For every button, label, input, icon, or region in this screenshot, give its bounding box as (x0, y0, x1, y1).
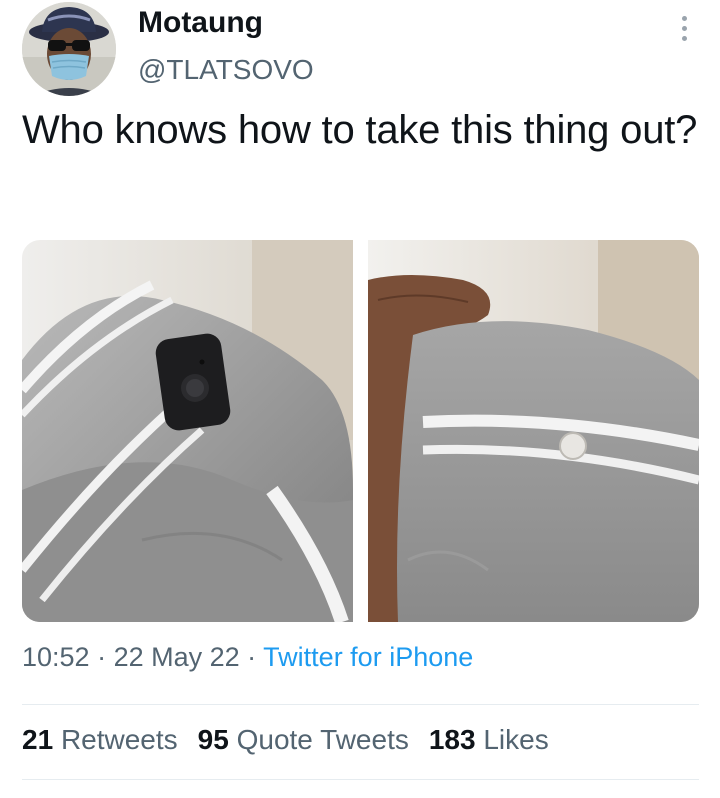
divider (22, 704, 699, 705)
likes-stat[interactable]: 183 Likes (429, 724, 549, 756)
tweet-photo-1[interactable] (22, 240, 353, 622)
meta-separator: · (239, 642, 264, 672)
divider (22, 779, 699, 780)
retweets-count: 21 (22, 724, 54, 755)
likes-count: 183 (428, 724, 476, 755)
retweets-label: Retweets (60, 724, 178, 755)
tweet-text: Who knows how to take this thing out? (22, 108, 698, 152)
quote-tweets-label: Quote Tweets (236, 724, 409, 755)
quote-tweets-stat[interactable]: 95 Quote Tweets (198, 724, 409, 756)
meta-separator: · (89, 642, 114, 672)
tweet-source-link[interactable]: Twitter for iPhone (263, 642, 473, 672)
more-vertical-icon (681, 15, 687, 41)
media-grid (22, 240, 699, 622)
tweet-time[interactable]: 10:52 (22, 642, 90, 672)
avatar[interactable] (22, 2, 116, 96)
tweet-date[interactable]: 22 May 22 (114, 642, 240, 672)
author-name[interactable]: Motaung (138, 6, 263, 40)
tweet-photo-2[interactable] (368, 240, 699, 622)
retweets-stat[interactable]: 21 Retweets (22, 724, 178, 756)
more-options-button[interactable] (670, 10, 698, 46)
likes-label: Likes (483, 724, 549, 755)
engagement-stats: 21 Retweets 95 Quote Tweets 183 Likes (22, 724, 569, 756)
quote-tweets-count: 95 (197, 724, 229, 755)
tweet-meta: 10:52 · 22 May 22 · Twitter for iPhone (22, 642, 473, 673)
author-handle[interactable]: @TLATSOVO (138, 54, 314, 86)
